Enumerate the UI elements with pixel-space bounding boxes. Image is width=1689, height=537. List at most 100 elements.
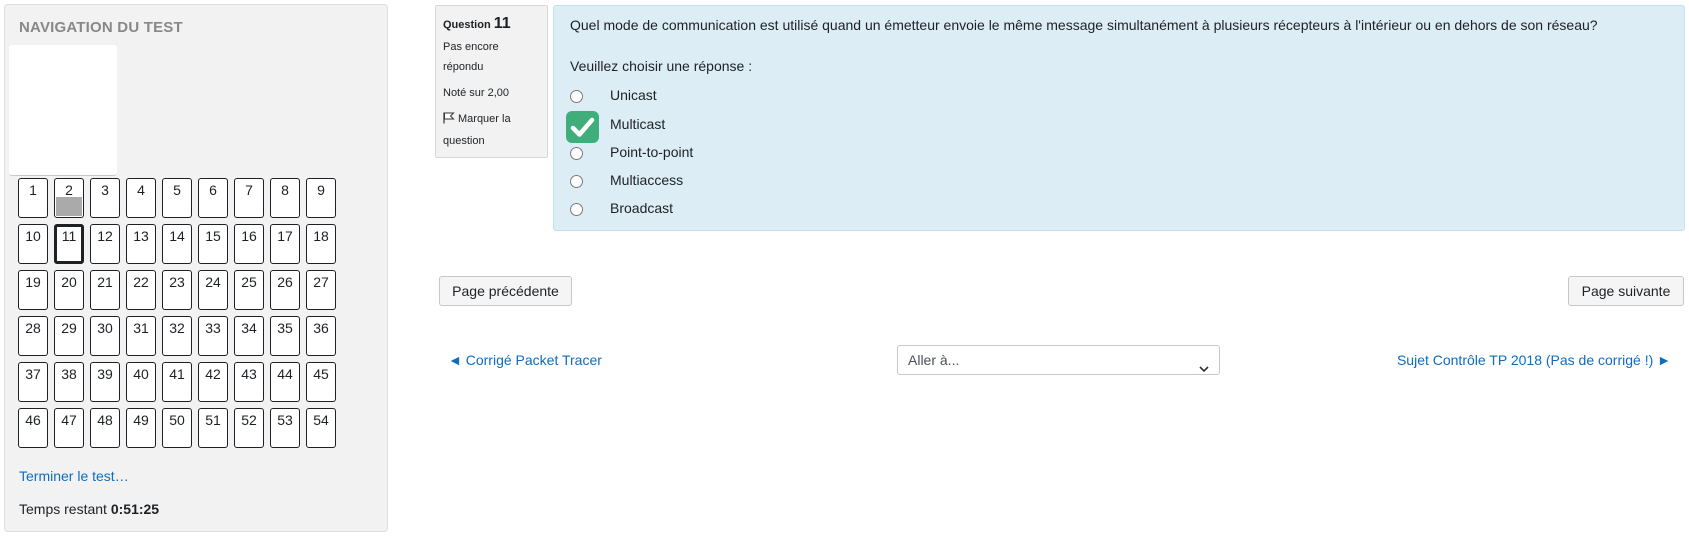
question-nav-number: 43	[241, 366, 257, 382]
question-nav-button[interactable]: 10	[18, 224, 48, 264]
question-nav-number: 29	[61, 320, 77, 336]
question-nav-button[interactable]: 7	[234, 178, 264, 218]
answer-label[interactable]: Multicast	[610, 116, 665, 132]
question-nav-button[interactable]: 51	[198, 408, 228, 448]
question-nav-button[interactable]: 15	[198, 224, 228, 264]
question-nav-button[interactable]: 50	[162, 408, 192, 448]
question-nav-button[interactable]: 36	[306, 316, 336, 356]
jump-to-placeholder: Aller à...	[908, 352, 960, 368]
question-nav-button[interactable]: 49	[126, 408, 156, 448]
question-nav-button[interactable]: 35	[270, 316, 300, 356]
question-nav-number: 54	[313, 412, 329, 428]
question-nav-button[interactable]: 30	[90, 316, 120, 356]
question-nav-button[interactable]: 20	[54, 270, 84, 310]
question-nav-button[interactable]: 12	[90, 224, 120, 264]
question-nav-button[interactable]: 34	[234, 316, 264, 356]
question-nav-button[interactable]: 14	[162, 224, 192, 264]
question-nav-button[interactable]: 26	[270, 270, 300, 310]
next-page-button[interactable]: Page suivante	[1568, 276, 1684, 306]
question-nav-button[interactable]: 44	[270, 362, 300, 402]
jump-to-select[interactable]: Aller à...	[897, 345, 1220, 375]
finish-attempt-link[interactable]: Terminer le test…	[19, 468, 129, 484]
question-nav-button[interactable]: 3	[90, 178, 120, 218]
quiz-navigation-block: NAVIGATION DU TEST 1 2 3 4 5 6 7 8 9 10 11 12 13 14 15…	[4, 4, 388, 532]
question-nav-number: 11	[61, 228, 77, 244]
question-nav-button[interactable]: 22	[126, 270, 156, 310]
question-nav-button[interactable]: 41	[162, 362, 192, 402]
question-nav-button[interactable]: 29	[54, 316, 84, 356]
question-nav-button[interactable]: 5	[162, 178, 192, 218]
time-remaining-label: Temps restant	[19, 501, 107, 517]
answer-radio[interactable]	[570, 203, 583, 216]
question-nav-number: 6	[209, 182, 217, 198]
answer-radio[interactable]	[570, 175, 583, 188]
question-nav-number: 15	[205, 228, 221, 244]
answer-label[interactable]: Point-to-point	[610, 144, 693, 160]
question-nav-button[interactable]: 11	[54, 224, 84, 264]
flag-question-button[interactable]: Marquer la question	[443, 109, 540, 151]
answer-label[interactable]: Multiaccess	[610, 172, 683, 188]
question-nav-button[interactable]: 28	[18, 316, 48, 356]
question-nav-button[interactable]: 18	[306, 224, 336, 264]
previous-activity-link[interactable]: ◄ Corrigé Packet Tracer	[448, 352, 602, 368]
question-nav-number: 41	[169, 366, 185, 382]
question-nav-button[interactable]: 37	[18, 362, 48, 402]
question-nav-button[interactable]: 23	[162, 270, 192, 310]
time-remaining: Temps restant 0:51:25	[19, 501, 159, 517]
question-nav-button[interactable]: 13	[126, 224, 156, 264]
question-nav-number: 18	[313, 228, 329, 244]
answer-label[interactable]: Broadcast	[610, 200, 673, 216]
question-nav-button[interactable]: 46	[18, 408, 48, 448]
question-nav-number: 22	[133, 274, 149, 290]
question-nav-number: 10	[25, 228, 41, 244]
next-activity-link[interactable]: Sujet Contrôle TP 2018 (Pas de corrigé !…	[1397, 352, 1671, 368]
question-nav-number: 3	[101, 182, 109, 198]
question-nav-number: 14	[169, 228, 185, 244]
question-nav-button[interactable]: 53	[270, 408, 300, 448]
question-nav-button[interactable]: 19	[18, 270, 48, 310]
checkmark-icon	[566, 111, 599, 143]
question-nav-button[interactable]: 9	[306, 178, 336, 218]
question-nav-button[interactable]: 25	[234, 270, 264, 310]
question-nav-number: 16	[241, 228, 257, 244]
question-nav-button[interactable]: 39	[90, 362, 120, 402]
question-nav-button[interactable]: 47	[54, 408, 84, 448]
question-nav-button[interactable]: 1	[18, 178, 48, 218]
flag-icon	[443, 111, 455, 131]
question-nav-button[interactable]: 38	[54, 362, 84, 402]
question-button-grid: 1 2 3 4 5 6 7 8 9 10 11 12 13 14 15 16 17 18 19 20 21 22 23 24 2…	[18, 178, 358, 448]
answer-radio[interactable]	[570, 147, 583, 160]
question-nav-button[interactable]: 8	[270, 178, 300, 218]
question-nav-number: 17	[277, 228, 293, 244]
question-nav-button[interactable]: 31	[126, 316, 156, 356]
question-nav-button[interactable]: 52	[234, 408, 264, 448]
question-nav-button[interactable]: 2	[54, 178, 84, 218]
previous-page-button[interactable]: Page précédente	[439, 276, 572, 306]
answer-radio[interactable]	[570, 90, 583, 103]
question-nav-number: 49	[133, 412, 149, 428]
question-nav-button[interactable]: 43	[234, 362, 264, 402]
question-nav-number: 20	[61, 274, 77, 290]
answer-label[interactable]: Unicast	[610, 87, 657, 103]
question-nav-button[interactable]: 48	[90, 408, 120, 448]
chevron-down-icon	[1199, 355, 1209, 383]
question-nav-button[interactable]: 40	[126, 362, 156, 402]
question-nav-button[interactable]: 6	[198, 178, 228, 218]
question-nav-button[interactable]: 24	[198, 270, 228, 310]
question-text: Quel mode de communication est utilisé q…	[570, 17, 1598, 33]
question-nav-button[interactable]: 45	[306, 362, 336, 402]
question-nav-number: 26	[277, 274, 293, 290]
question-content: Quel mode de communication est utilisé q…	[553, 5, 1685, 231]
question-nav-number: 13	[133, 228, 149, 244]
question-nav-button[interactable]: 33	[198, 316, 228, 356]
question-nav-button[interactable]: 16	[234, 224, 264, 264]
question-nav-button[interactable]: 17	[270, 224, 300, 264]
question-nav-button[interactable]: 21	[90, 270, 120, 310]
question-nav-number: 27	[313, 274, 329, 290]
question-nav-button[interactable]: 27	[306, 270, 336, 310]
question-nav-button[interactable]: 4	[126, 178, 156, 218]
question-nav-button[interactable]: 32	[162, 316, 192, 356]
question-nav-button[interactable]: 42	[198, 362, 228, 402]
question-nav-number: 21	[97, 274, 113, 290]
question-nav-button[interactable]: 54	[306, 408, 336, 448]
